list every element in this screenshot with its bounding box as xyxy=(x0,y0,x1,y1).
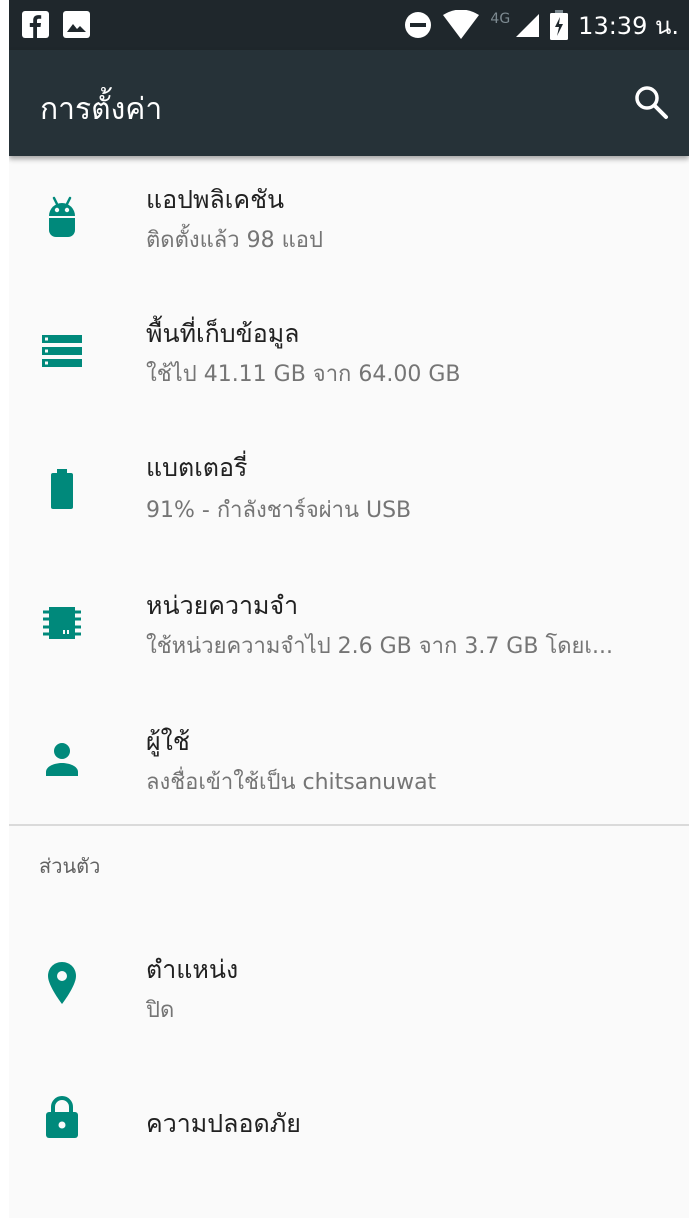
lock-icon xyxy=(39,1094,85,1140)
battery-charging-icon xyxy=(550,10,569,40)
settings-screen: 4G 13:39 น. การตั้งค่า แอปพลิเคชัน ติดตั… xyxy=(9,0,689,1218)
setting-summary: ปิด xyxy=(146,998,175,1023)
system-icons: 4G 13:39 น. xyxy=(404,8,679,42)
wifi-icon xyxy=(443,10,480,39)
setting-title: แบตเตอรี่ xyxy=(146,453,248,482)
setting-item-storage[interactable]: พื้นที่เก็บข้อมูล ใช้ไป 41.11 GB จาก 64.… xyxy=(9,292,689,426)
search-button[interactable] xyxy=(631,82,671,122)
setting-item-security[interactable]: ความปลอดภัย xyxy=(9,1064,689,1198)
setting-summary: ติดตั้งแล้ว 98 แอป xyxy=(146,228,323,253)
battery-icon xyxy=(39,466,85,512)
setting-title: ความปลอดภัย xyxy=(146,1109,301,1138)
setting-summary: ลงชื่อเข้าใช้เป็น chitsanuwat xyxy=(146,770,437,795)
setting-item-battery[interactable]: แบตเตอรี่ 91% - กำลังชาร์จผ่าน USB xyxy=(9,428,689,562)
memory-icon xyxy=(39,600,85,646)
do-not-disturb-icon xyxy=(405,12,432,38)
setting-title: หน่วยความจำ xyxy=(146,591,299,620)
status-bar: 4G 13:39 น. xyxy=(9,0,689,50)
page-title: การตั้งค่า xyxy=(40,92,163,127)
setting-item-apps[interactable]: แอปพลิเคชัน ติดตั้งแล้ว 98 แอป xyxy=(9,156,689,290)
notification-icons xyxy=(22,11,90,38)
setting-item-location[interactable]: ตำแหน่ง ปิด xyxy=(9,910,689,1044)
network-type-label: 4G xyxy=(490,11,511,27)
storage-icon xyxy=(39,328,85,374)
setting-item-memory[interactable]: หน่วยความจำ ใช้หน่วยความจำไป 2.6 GB จาก … xyxy=(9,564,689,698)
setting-summary: 91% - กำลังชาร์จผ่าน USB xyxy=(146,498,412,523)
android-icon xyxy=(39,194,85,240)
location-icon xyxy=(39,960,85,1006)
setting-title: พื้นที่เก็บข้อมูล xyxy=(146,319,300,348)
setting-summary: ใช้ไป 41.11 GB จาก 64.00 GB xyxy=(146,362,461,387)
app-bar: การตั้งค่า xyxy=(9,50,689,156)
category-header-personal: ส่วนตัว xyxy=(39,854,101,878)
setting-title: แอปพลิเคชัน xyxy=(146,185,285,214)
search-icon xyxy=(635,86,668,119)
image-icon xyxy=(63,11,90,38)
facebook-icon xyxy=(22,11,49,38)
setting-title: ผู้ใช้ xyxy=(146,727,190,756)
signal-icon xyxy=(516,14,540,37)
setting-title: ตำแหน่ง xyxy=(146,955,239,984)
person-icon xyxy=(39,736,85,782)
section-divider xyxy=(9,824,689,826)
setting-item-users[interactable]: ผู้ใช้ ลงชื่อเข้าใช้เป็น chitsanuwat xyxy=(9,700,689,834)
status-time: 13:39 น. xyxy=(578,11,679,40)
setting-summary: ใช้หน่วยความจำไป 2.6 GB จาก 3.7 GB โดยเ.… xyxy=(146,634,613,659)
